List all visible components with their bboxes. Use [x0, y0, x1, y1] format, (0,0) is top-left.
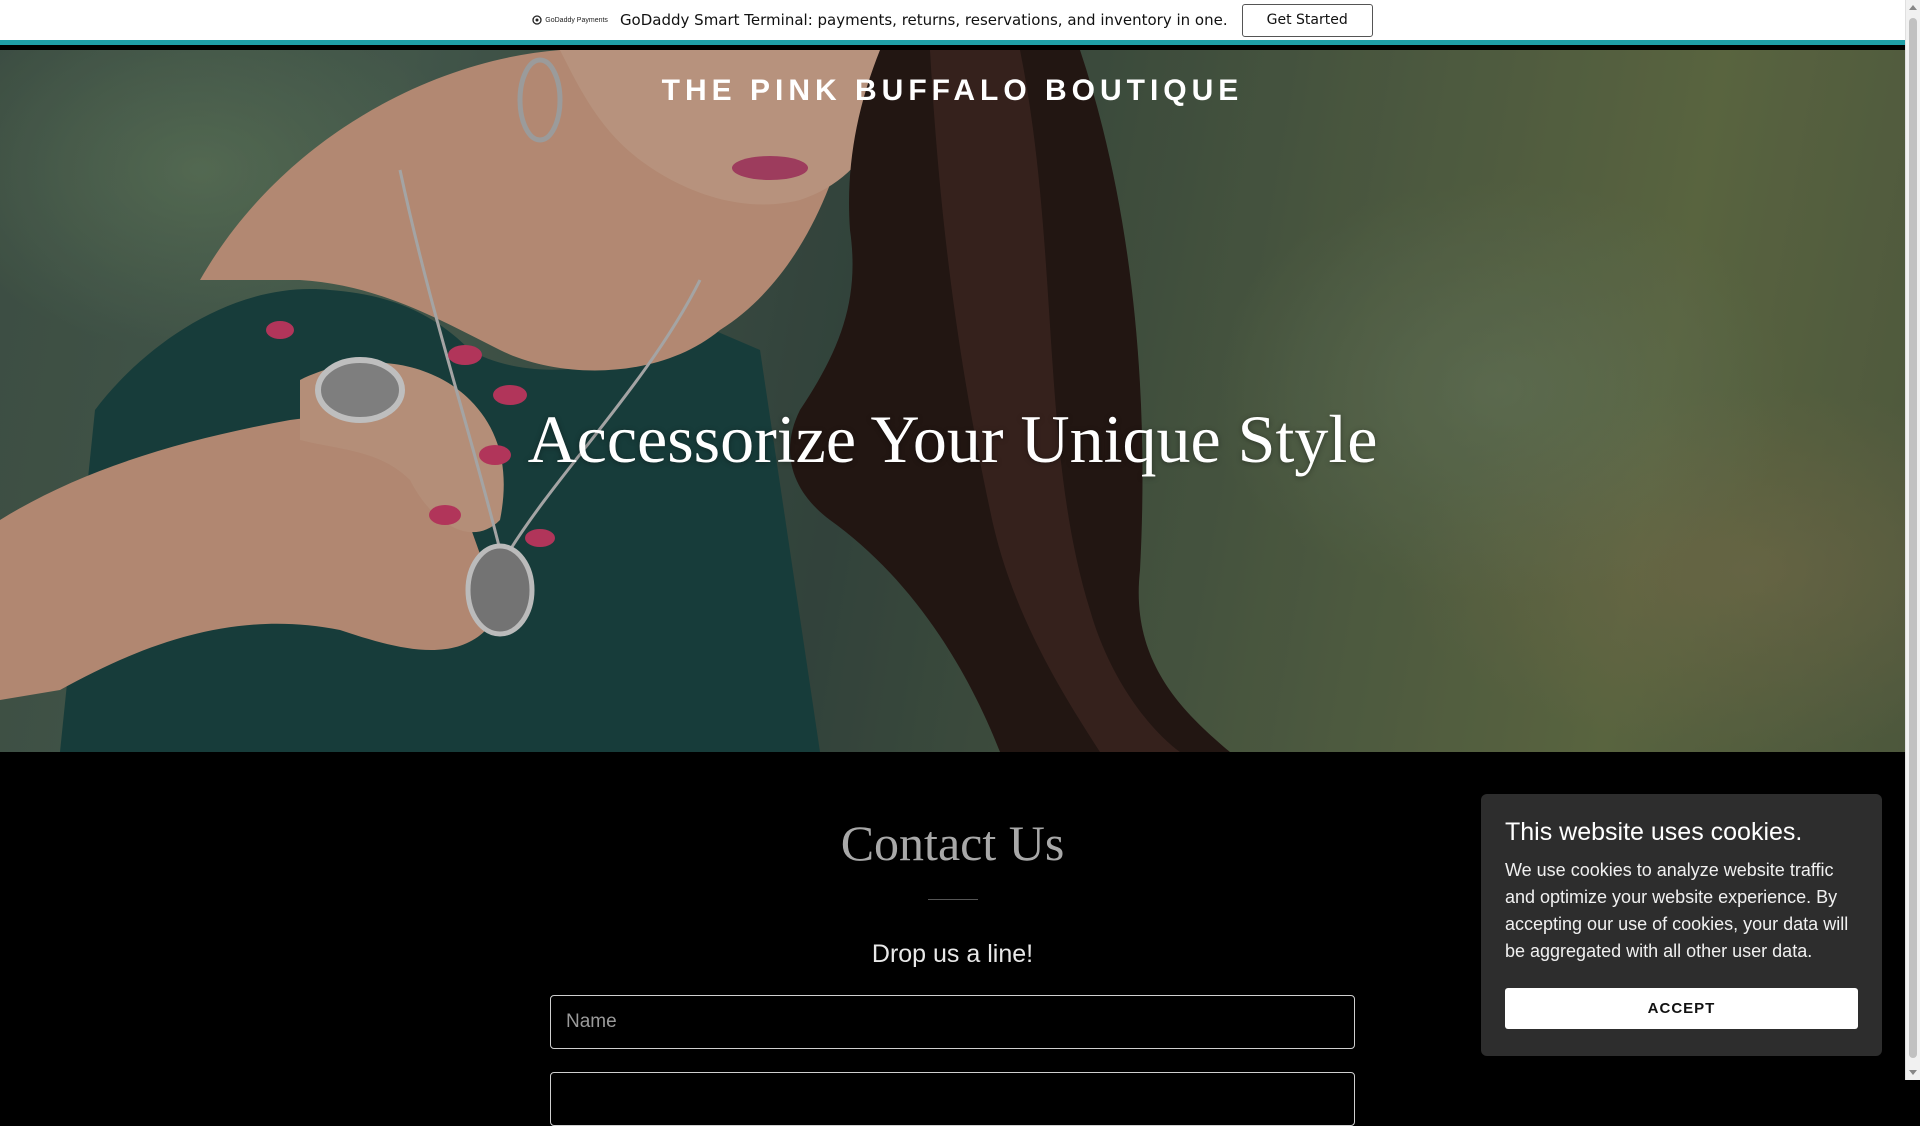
contact-divider [928, 899, 978, 900]
scroll-thumb[interactable] [1909, 18, 1917, 1058]
godaddy-payments-logo: GoDaddy Payments [532, 15, 608, 25]
promo-message: GoDaddy Smart Terminal: payments, return… [619, 11, 1228, 29]
godaddy-logo-icon [532, 15, 542, 25]
promo-bar: GoDaddy Payments GoDaddy Smart Terminal:… [0, 0, 1905, 45]
accept-cookies-button[interactable]: ACCEPT [1505, 988, 1858, 1029]
cookie-body: We use cookies to analyze website traffi… [1505, 860, 1849, 961]
promo-logo-text: GoDaddy Payments [545, 16, 608, 24]
name-input[interactable] [550, 995, 1355, 1049]
hero-section: THE PINK BUFFALO BOUTIQUE Accessorize Yo… [0, 50, 1905, 752]
scroll-up-icon[interactable] [1909, 5, 1917, 10]
cookie-title: This website uses cookies. [1505, 818, 1803, 846]
email-input[interactable] [550, 1072, 1355, 1126]
site-title[interactable]: THE PINK BUFFALO BOUTIQUE [0, 74, 1905, 108]
scroll-down-icon[interactable] [1909, 1070, 1917, 1075]
page-scrollbar[interactable] [1905, 0, 1920, 1080]
get-started-button[interactable]: Get Started [1241, 3, 1373, 37]
cookie-banner: This website uses cookies. We use cookie… [1481, 794, 1882, 1056]
hero-heading: Accessorize Your Unique Style [527, 401, 1378, 477]
